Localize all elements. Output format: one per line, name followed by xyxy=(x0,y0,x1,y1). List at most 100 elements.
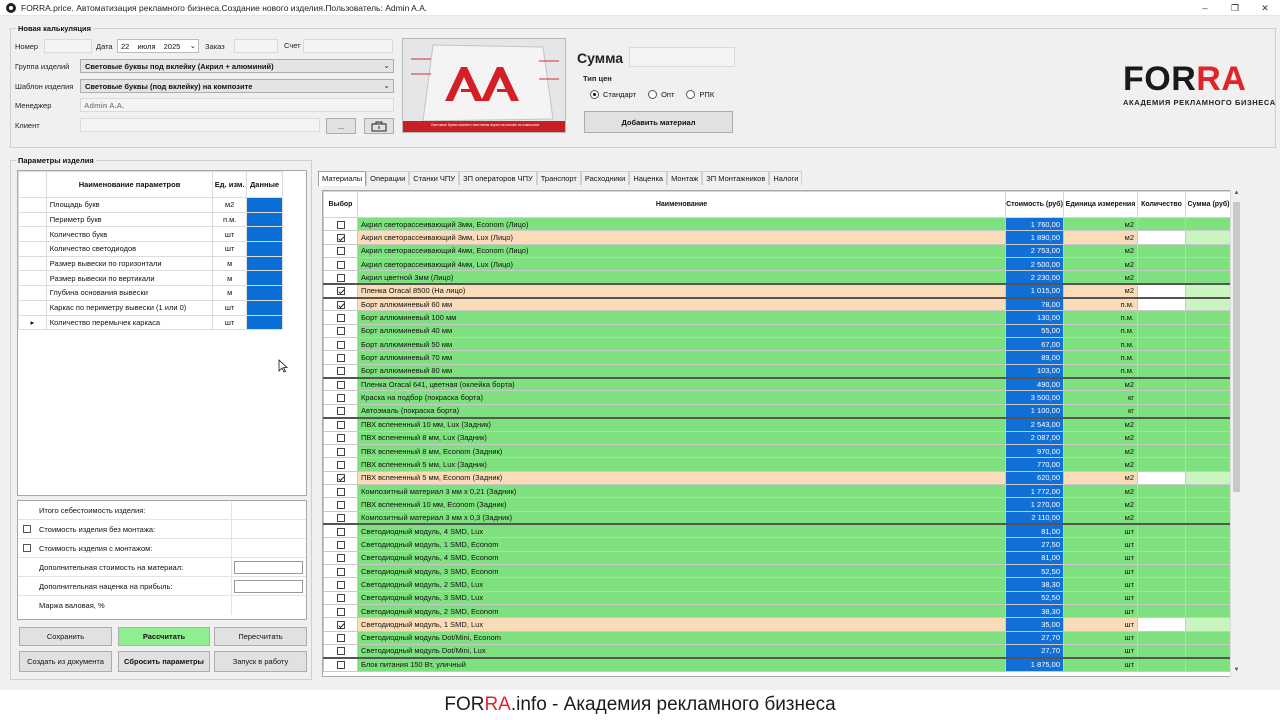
checkbox-icon[interactable] xyxy=(336,247,345,256)
material-qty[interactable] xyxy=(1137,363,1186,379)
scroll-down-icon[interactable]: ▼ xyxy=(1231,667,1242,677)
checkbox-icon[interactable] xyxy=(336,460,345,469)
material-qty[interactable] xyxy=(1137,243,1186,259)
material-qty[interactable] xyxy=(1137,403,1186,419)
material-row[interactable]: Борт аллюминевый 40 мм 55,00 п.м. xyxy=(323,323,1232,339)
checkbox-icon[interactable] xyxy=(336,394,345,403)
select-cell[interactable] xyxy=(323,270,358,285)
material-qty[interactable] xyxy=(1137,603,1186,619)
material-qty[interactable] xyxy=(1137,510,1186,525)
checkbox-icon[interactable] xyxy=(336,314,345,323)
checkbox-icon[interactable] xyxy=(336,500,345,509)
minimize-button[interactable]: – xyxy=(1190,0,1220,16)
checkbox-icon[interactable] xyxy=(336,474,345,483)
select-cell[interactable] xyxy=(323,617,358,632)
date-picker[interactable]: 22 июля 2025 ⌄ xyxy=(117,39,199,53)
manager-field[interactable]: Admin A.A. xyxy=(80,98,394,112)
tab-4[interactable]: ЗП операторов ЧПУ xyxy=(459,171,537,185)
add-material-button[interactable]: Добавить материал xyxy=(584,111,733,133)
save-button[interactable]: Сохранить xyxy=(19,627,112,646)
param-data-cell[interactable] xyxy=(246,270,283,287)
material-row[interactable]: Борт аллюминевый 60 мм 78,00 п.м. xyxy=(323,296,1232,312)
checkbox-icon[interactable] xyxy=(336,273,345,282)
tab-7[interactable]: Наценка xyxy=(629,171,668,185)
select-cell[interactable] xyxy=(323,283,358,299)
select-cell[interactable] xyxy=(323,470,358,485)
material-row[interactable]: Акрил цветной 3мм (Лицо) 2 230,00 м2 xyxy=(323,270,1232,285)
material-qty[interactable] xyxy=(1137,656,1186,672)
select-cell[interactable] xyxy=(323,656,358,672)
material-row[interactable]: Светодиодный модуль, 3 SMD, Lux 52,50 шт xyxy=(323,590,1232,605)
material-row[interactable]: Акрил светорассеивающий 4мм, Econom (Лиц… xyxy=(323,243,1232,259)
tab-3[interactable]: Станки ЧПУ xyxy=(409,171,460,185)
material-qty[interactable] xyxy=(1137,617,1186,632)
material-row[interactable]: ПВХ вспененный 8 мм, Lux (Задник) 2 087,0… xyxy=(323,430,1232,445)
client-browse-button[interactable]: ... xyxy=(326,118,356,134)
recalculate-button[interactable]: Пересчитать xyxy=(214,627,307,646)
select-cell[interactable] xyxy=(323,483,358,499)
param-row[interactable]: ▸ Количество перемычек каркаса шт xyxy=(18,314,283,331)
checkbox-icon[interactable] xyxy=(336,327,345,336)
account-field[interactable] xyxy=(303,39,393,53)
select-cell[interactable] xyxy=(323,537,358,552)
launch-button[interactable]: Запуск в работу xyxy=(214,651,307,672)
param-data-cell[interactable] xyxy=(246,314,283,331)
param-data-cell[interactable] xyxy=(246,255,283,272)
material-qty[interactable] xyxy=(1137,350,1186,365)
close-button[interactable]: ✕ xyxy=(1250,0,1280,16)
material-row[interactable]: Пленка Oracal 8500 (На лицо) 1 015,00 м2 xyxy=(323,283,1232,299)
checkbox-icon[interactable] xyxy=(336,367,345,376)
select-cell[interactable] xyxy=(323,563,358,579)
radio-wholesale[interactable]: Опт xyxy=(648,90,674,99)
material-row[interactable]: Борт аллюминевый 50 мм 67,00 п.м. xyxy=(323,337,1232,352)
material-qty[interactable] xyxy=(1137,523,1186,539)
material-row[interactable]: Композитный материал 3 мм х 0,21 (Задник… xyxy=(323,483,1232,499)
material-row[interactable]: ПВХ вспененный 8 мм, Econom (Задник) 970,… xyxy=(323,443,1232,459)
material-qty[interactable] xyxy=(1137,563,1186,579)
checkbox-icon[interactable] xyxy=(336,647,345,656)
material-qty[interactable] xyxy=(1137,216,1186,232)
material-qty[interactable] xyxy=(1137,590,1186,605)
material-qty[interactable] xyxy=(1137,443,1186,459)
material-row[interactable]: Акрил светорассеивающий 3мм, Econom (Лиц… xyxy=(323,216,1232,232)
select-cell[interactable] xyxy=(323,216,358,232)
checkbox-icon[interactable] xyxy=(336,354,345,363)
order-field[interactable] xyxy=(234,39,278,53)
select-cell[interactable] xyxy=(323,510,358,525)
material-row[interactable]: ПВХ вспененный 5 мм, Econom (Задник) 620,… xyxy=(323,470,1232,485)
material-qty[interactable] xyxy=(1137,537,1186,552)
material-row[interactable]: ПВХ вспененный 5 мм, Lux (Задник) 770,00 м… xyxy=(323,457,1232,472)
checkbox-icon[interactable] xyxy=(336,594,345,603)
material-row[interactable]: Борт аллюминевый 100 мм 130,00 п.м. xyxy=(323,310,1232,325)
material-row[interactable]: Светодиодный модуль Dot/Mini, Econom 27,7… xyxy=(323,630,1232,646)
select-cell[interactable] xyxy=(323,457,358,472)
checkbox-icon[interactable] xyxy=(336,381,345,390)
checkbox-icon[interactable] xyxy=(336,661,345,670)
material-row[interactable]: Блок питания 150 Вт, уличный 1 875,00 шт xyxy=(323,656,1232,672)
checkbox-icon[interactable] xyxy=(336,554,345,563)
material-qty[interactable] xyxy=(1137,550,1186,565)
material-qty[interactable] xyxy=(1137,310,1186,325)
material-row[interactable]: Светодиодный модуль, 2 SMD, Econom 38,30 ш… xyxy=(323,603,1232,619)
checkbox-icon[interactable] xyxy=(336,513,345,522)
materials-scrollbar[interactable]: ▲ ▼ xyxy=(1230,190,1241,677)
select-cell[interactable] xyxy=(323,416,358,432)
select-cell[interactable] xyxy=(323,590,358,605)
checkbox-icon[interactable] xyxy=(336,447,345,456)
param-row[interactable]: Периметр букв п.м. xyxy=(18,211,283,228)
material-qty[interactable] xyxy=(1137,337,1186,352)
select-cell[interactable] xyxy=(323,497,358,512)
open-catalog-button[interactable] xyxy=(364,118,394,134)
with-install-checkbox[interactable] xyxy=(23,544,31,552)
material-row[interactable]: Светодиодный модуль, 3 SMD, Econom 52,50 ш… xyxy=(323,563,1232,579)
material-qty[interactable] xyxy=(1137,270,1186,285)
tab-2[interactable]: Операции xyxy=(366,171,410,185)
select-cell[interactable] xyxy=(323,257,358,272)
checkbox-icon[interactable] xyxy=(336,620,345,629)
checkbox-icon[interactable] xyxy=(336,567,345,576)
param-row[interactable]: Количество светодиодов шт xyxy=(18,241,283,257)
material-row[interactable]: ПВХ вспененный 10 мм, Econom (Задник) 1 2… xyxy=(323,497,1232,512)
param-row[interactable]: Глубина основания вывески м xyxy=(18,285,283,301)
select-cell[interactable] xyxy=(323,430,358,445)
tab-10[interactable]: Налоги xyxy=(769,171,803,185)
